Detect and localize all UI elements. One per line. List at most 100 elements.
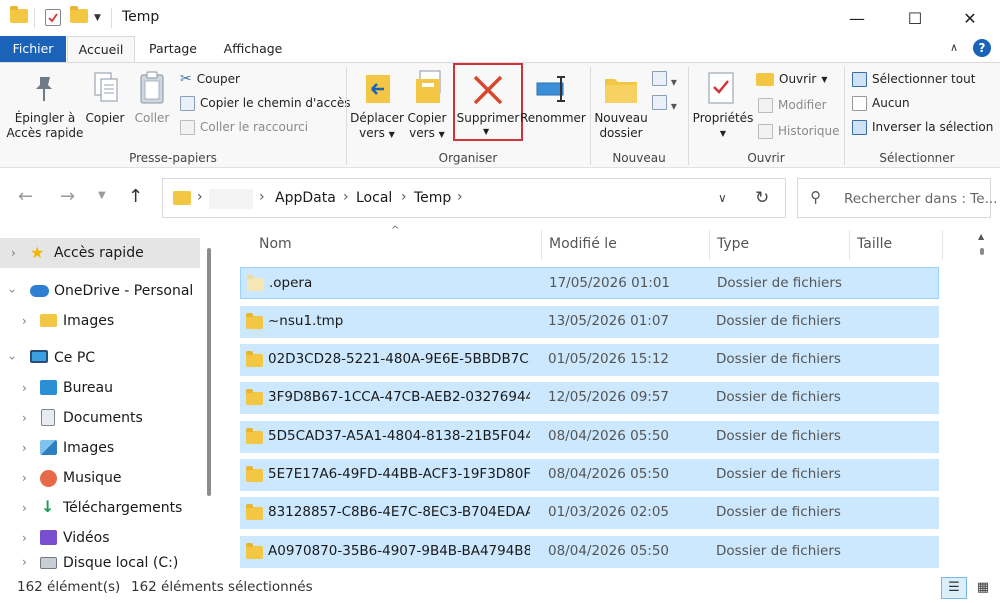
minimize-button[interactable]: — — [830, 0, 884, 36]
column-header-taille[interactable]: Taille — [857, 236, 892, 252]
collapse-chevron-icon[interactable]: › — [5, 289, 19, 294]
search-input[interactable]: ⚲ Rechercher dans : Te... — [797, 178, 997, 218]
tree-item-videos[interactable]: › Vidéos — [0, 523, 200, 553]
column-header-modifie-le[interactable]: Modifié le — [549, 236, 617, 252]
close-button[interactable]: ✕ — [943, 0, 997, 36]
table-row[interactable]: 3F9D8B67-1CCA-47CB-AEB2-032769447... 12/… — [240, 382, 939, 414]
nav-pane-scrollbar[interactable] — [204, 246, 214, 566]
tab-affichage[interactable]: Affichage — [214, 36, 292, 62]
copy-path-button[interactable]: Copier le chemin d'accès — [180, 92, 350, 114]
expand-chevron-icon[interactable]: › — [22, 381, 27, 395]
breadcrumb-appdata[interactable]: AppData — [275, 190, 336, 206]
scissors-icon: ✂ — [180, 71, 192, 87]
tab-fichier[interactable]: Fichier — [0, 36, 66, 62]
invert-selection-button[interactable]: Inverser la sélection — [852, 116, 993, 138]
copy-button[interactable]: Copier — [82, 111, 128, 126]
file-modified: 12/05/2026 09:57 — [548, 389, 670, 405]
nav-pane-scrollbar-thumb[interactable] — [207, 248, 211, 496]
properties-button[interactable]: Propriétés ▼ — [692, 111, 754, 141]
table-row[interactable]: 83128857-C8B6-4E7C-8EC3-B704EDAA8... 01/… — [240, 497, 939, 529]
group-label-nouveau: Nouveau — [612, 151, 666, 165]
expand-chevron-icon[interactable]: › — [22, 441, 27, 455]
tree-item-telechargements[interactable]: › ↓ Téléchargements — [0, 493, 200, 523]
tab-partage[interactable]: Partage — [140, 36, 206, 62]
breadcrumb-local[interactable]: Local — [356, 190, 392, 206]
new-folder-button[interactable]: Nouveau dossier — [590, 111, 652, 141]
tree-item-ce-pc[interactable]: › Ce PC — [0, 343, 200, 373]
back-arrow-icon[interactable]: ← — [18, 186, 33, 207]
file-list-scrollbar-thumb[interactable] — [980, 248, 984, 255]
new-folder-quick-icon[interactable] — [70, 6, 88, 23]
collapse-chevron-icon[interactable]: › — [5, 356, 19, 361]
select-none-button[interactable]: Aucun — [852, 92, 910, 114]
expand-chevron-icon[interactable]: › — [22, 411, 27, 425]
up-arrow-icon[interactable]: ↑ — [128, 186, 143, 207]
large-icons-view-icon[interactable]: ▦ — [972, 577, 994, 599]
edit-label: Modifier — [778, 98, 827, 112]
table-row[interactable]: A0970870-35B6-4907-9B4B-BA4794B81... 08/… — [240, 536, 939, 568]
expand-chevron-icon[interactable]: › — [22, 314, 27, 328]
tab-accueil[interactable]: Accueil — [67, 36, 135, 62]
expand-chevron-icon[interactable]: › — [11, 246, 16, 260]
copy-to-button[interactable]: Copier vers ▼ — [404, 111, 450, 142]
help-icon[interactable]: ? — [973, 39, 991, 57]
recent-locations-chevron-icon[interactable]: ▼ — [98, 190, 106, 201]
table-row[interactable]: 5E7E17A6-49FD-44BB-ACF3-19F3D80FE5... 08… — [240, 459, 939, 491]
column-separator[interactable] — [942, 230, 943, 260]
rename-icon — [535, 73, 571, 109]
tree-item-documents[interactable]: › Documents — [0, 403, 200, 433]
expand-chevron-icon[interactable]: › — [22, 501, 27, 515]
pin-quick-access-button[interactable]: Épingler à Accès rapide — [6, 111, 84, 141]
column-header-type[interactable]: Type — [717, 236, 749, 252]
maximize-button[interactable]: ☐ — [888, 0, 942, 36]
download-icon: ↓ — [41, 497, 55, 516]
new-item-button[interactable]: ▾ — [652, 71, 677, 89]
open-button[interactable]: Ouvrir ▼ — [756, 68, 828, 90]
invert-selection-icon — [852, 119, 867, 135]
column-separator[interactable] — [709, 230, 710, 260]
tree-item-acces-rapide[interactable]: › ★ Accès rapide — [0, 238, 200, 268]
search-placeholder: Rechercher dans : Te... — [844, 191, 998, 207]
file-list-scrollbar[interactable]: ▲ — [975, 232, 989, 570]
tree-label: Images — [63, 440, 115, 456]
expand-chevron-icon[interactable]: › — [22, 531, 27, 545]
tree-item-images-onedrive[interactable]: › Images — [0, 306, 200, 336]
collapse-ribbon-icon[interactable]: ∧ — [950, 41, 958, 54]
breadcrumb-temp[interactable]: Temp — [414, 190, 451, 206]
refresh-icon[interactable]: ↻ — [755, 188, 769, 208]
forward-arrow-icon[interactable]: → — [60, 186, 75, 207]
file-name: 5D5CAD37-A5A1-4804-8138-21B5F0448... — [268, 428, 530, 444]
address-history-chevron-icon[interactable]: ∨ — [718, 191, 727, 205]
tree-item-bureau[interactable]: › Bureau — [0, 373, 200, 403]
table-row[interactable]: 02D3CD28-5221-480A-9E6E-5BBDB7C3... 01/0… — [240, 344, 939, 376]
details-view-icon[interactable]: ☰ — [941, 577, 967, 599]
breadcrumb-hidden-segment[interactable] — [209, 189, 253, 209]
easy-access-button[interactable]: ▾ — [652, 95, 677, 113]
scroll-up-icon[interactable]: ▲ — [978, 232, 984, 241]
rename-button[interactable]: Renommer — [520, 111, 586, 126]
tree-item-musique[interactable]: › Musique — [0, 463, 200, 493]
expand-chevron-icon[interactable]: › — [22, 555, 27, 569]
column-header-nom[interactable]: Nom — [259, 236, 292, 252]
edit-button[interactable]: Modifier — [758, 94, 827, 116]
table-row[interactable]: .opera 17/05/2026 01:01 Dossier de fichi… — [240, 267, 939, 299]
delete-button[interactable]: Supprimer ▼ — [453, 63, 523, 141]
column-separator[interactable] — [849, 230, 850, 260]
cut-button[interactable]: ✂ Couper — [180, 68, 240, 90]
paste-shortcut-button[interactable]: Coller le raccourci — [180, 116, 308, 138]
table-row[interactable]: 5D5CAD37-A5A1-4804-8138-21B5F0448... 08/… — [240, 421, 939, 453]
move-to-button[interactable]: Déplacer vers ▼ — [350, 111, 404, 142]
history-button[interactable]: Historique — [758, 120, 840, 142]
address-bar[interactable]: › › AppData › Local › Temp › ∨ ↻ — [162, 178, 786, 218]
customize-quick-access-icon[interactable]: ▼ — [94, 13, 101, 23]
tree-item-onedrive[interactable]: › OneDrive - Personal — [0, 276, 200, 306]
tree-item-images[interactable]: › Images — [0, 433, 200, 463]
properties-quick-icon[interactable] — [45, 9, 61, 26]
column-separator[interactable] — [541, 230, 542, 260]
select-all-button[interactable]: Sélectionner tout — [852, 68, 975, 90]
table-row[interactable]: ~nsu1.tmp 13/05/2026 01:07 Dossier de fi… — [240, 306, 939, 338]
tree-item-disque-local[interactable]: › Disque local (C:) — [0, 553, 200, 574]
paste-button[interactable]: Coller — [130, 111, 174, 126]
expand-chevron-icon[interactable]: › — [22, 471, 27, 485]
properties-label: Propriétés — [692, 111, 754, 125]
